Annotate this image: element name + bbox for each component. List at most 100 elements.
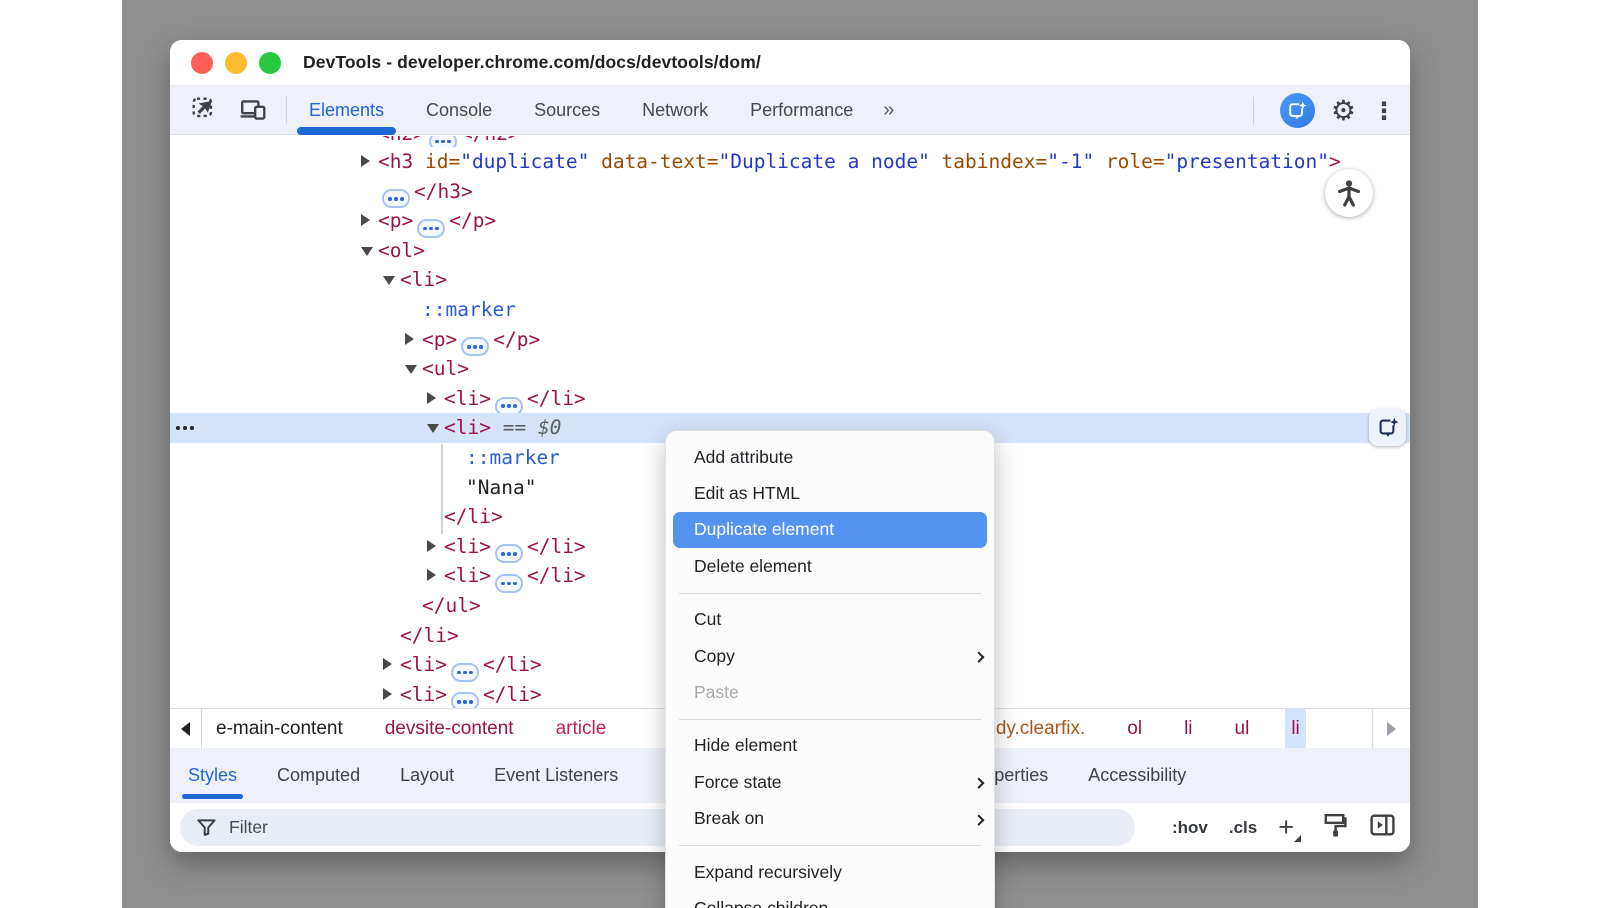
dom-tree-row[interactable]: <p></p>: [170, 325, 1410, 355]
screenshot-stage: DevTools - developer.chrome.com/docs/dev…: [0, 0, 1600, 908]
device-toolbar-icon[interactable]: [236, 93, 270, 127]
dom-tree-row[interactable]: <ol>: [170, 236, 1410, 266]
breadcrumb-item[interactable]: ol: [1121, 709, 1148, 748]
menu-item-break-on[interactable]: Break on: [666, 801, 994, 837]
new-style-rule-corner: [1294, 835, 1301, 842]
expand-arrow-closed-icon[interactable]: [427, 540, 436, 552]
dom-token-tag: <h3: [378, 150, 413, 173]
menu-item-delete-element[interactable]: Delete element: [666, 548, 994, 584]
panel-tab-network[interactable]: Network: [642, 100, 708, 121]
dom-token-tag: </p>: [449, 209, 496, 232]
expand-arrow-closed-icon[interactable]: [361, 155, 370, 167]
traffic-lights: [191, 52, 293, 74]
breadcrumb-scroll-left-button[interactable]: [170, 709, 202, 748]
dom-token-tag: <li>: [400, 268, 447, 291]
menu-item-copy[interactable]: Copy: [666, 638, 994, 674]
toggle-hover-state-button[interactable]: :hov: [1172, 818, 1208, 838]
breadcrumb-item[interactable]: li: [1178, 709, 1198, 748]
dom-token-tag: <li>: [444, 564, 491, 587]
context-menu: Add attributeEdit as HTMLDuplicate eleme…: [665, 430, 995, 908]
toggle-sidebar-icon[interactable]: [1369, 813, 1396, 842]
dom-token-tag: </li>: [527, 564, 586, 587]
expand-arrow-closed-icon[interactable]: [383, 688, 392, 700]
menu-item-collapse-children[interactable]: Collapse children: [666, 890, 994, 908]
menu-item-cut[interactable]: Cut: [666, 602, 994, 638]
toolbar-right-divider: [1253, 97, 1254, 125]
dom-token-tag: </li>: [444, 505, 503, 528]
accessibility-person-icon[interactable]: [1325, 169, 1373, 217]
breadcrumb-item[interactable]: e-main-content: [210, 709, 349, 748]
more-panels-chevron[interactable]: »: [883, 99, 892, 122]
breadcrumb-item[interactable]: devsite-content: [379, 709, 520, 748]
dom-token-tag: </li>: [483, 653, 542, 676]
ai-assistant-icon[interactable]: [1280, 93, 1315, 128]
expand-arrow-open-icon[interactable]: [383, 276, 395, 285]
format-brush-icon[interactable]: [1321, 813, 1348, 842]
panel-tab-performance[interactable]: Performance: [750, 100, 853, 121]
sidebar-tab-computed[interactable]: Computed: [277, 765, 360, 786]
dom-tree-row[interactable]: ::marker: [170, 295, 1410, 325]
sidebar-tab-event-listeners[interactable]: Event Listeners: [494, 765, 618, 786]
sidebar-tab-layout[interactable]: Layout: [400, 765, 454, 786]
row-options-dots-icon[interactable]: [176, 426, 194, 430]
breadcrumb-item[interactable]: article: [550, 709, 613, 748]
expand-arrow-open-icon[interactable]: [361, 247, 373, 256]
panel-tab-console[interactable]: Console: [426, 100, 492, 121]
dom-token-tag: <li>: [400, 653, 447, 676]
ai-assistant-row-icon[interactable]: [1369, 409, 1406, 446]
menu-item-force-state[interactable]: Force state: [666, 764, 994, 800]
dom-token-pseudo: ::marker: [466, 446, 560, 469]
close-button[interactable]: [191, 52, 213, 74]
panel-tab-elements[interactable]: Elements: [309, 100, 384, 121]
zoom-button[interactable]: [259, 52, 281, 74]
submenu-chevron-icon: [973, 778, 984, 789]
dom-tree-row[interactable]: <p></p>: [170, 206, 1410, 236]
dom-tree-row[interactable]: <h2> </h2>: [170, 136, 1410, 147]
collapsed-content-ellipsis[interactable]: [429, 136, 457, 147]
minimize-button[interactable]: [225, 52, 247, 74]
children-indent-guide: [441, 444, 443, 534]
expand-arrow-closed-icon[interactable]: [427, 392, 436, 404]
expand-arrow-closed-icon[interactable]: [405, 333, 414, 345]
filter-placeholder: Filter: [229, 817, 268, 838]
expand-arrow-closed-icon[interactable]: [361, 214, 370, 226]
breadcrumb-item[interactable]: ul: [1229, 709, 1256, 748]
dom-tree-row[interactable]: <h3 id="duplicate" data-text="Duplicate …: [170, 147, 1410, 177]
more-options-icon[interactable]: ⋮: [1372, 99, 1396, 123]
expand-arrow-closed-icon[interactable]: [427, 569, 436, 581]
breadcrumb-scroll-right-button[interactable]: [1372, 709, 1410, 748]
settings-gear-icon[interactable]: ⚙: [1331, 97, 1356, 125]
breadcrumb-item-selected[interactable]: li: [1285, 709, 1305, 748]
sidebar-tab-styles[interactable]: Styles: [188, 765, 237, 786]
dom-token-tag: <h2>: [378, 136, 425, 145]
menu-divider: [679, 719, 981, 720]
expand-arrow-open-icon[interactable]: [405, 365, 417, 374]
dom-token-tag: >: [1329, 150, 1341, 173]
dom-token-tag: </h2>: [461, 136, 520, 145]
inspect-element-icon[interactable]: [188, 93, 222, 127]
toolbar-divider: [286, 96, 287, 124]
sidebar-tab-accessibility[interactable]: Accessibility: [1088, 765, 1186, 786]
dom-token-attr: role=: [1094, 150, 1164, 173]
dom-token-tag: <li>: [444, 387, 491, 410]
dom-tree-row[interactable]: <li> </li>: [170, 384, 1410, 414]
dom-token-tag: </li>: [483, 683, 542, 706]
dom-tree-row[interactable]: </h3>: [170, 177, 1410, 207]
expand-arrow-open-icon[interactable]: [427, 424, 439, 433]
menu-item-edit-as-html[interactable]: Edit as HTML: [666, 475, 994, 511]
menu-item-add-attribute[interactable]: Add attribute: [666, 439, 994, 475]
dom-tree-row[interactable]: <ul>: [170, 354, 1410, 384]
dom-token-tag: </p>: [493, 328, 540, 351]
menu-item-expand-recursively[interactable]: Expand recursively: [666, 854, 994, 890]
panel-tab-sources[interactable]: Sources: [534, 100, 600, 121]
title-bar: DevTools - developer.chrome.com/docs/dev…: [170, 40, 1410, 86]
dom-tree-row[interactable]: <li>: [170, 265, 1410, 295]
dom-token-tag: <li>: [400, 683, 447, 706]
menu-item-hide-element[interactable]: Hide element: [666, 728, 994, 764]
expand-arrow-closed-icon[interactable]: [383, 658, 392, 670]
menu-item-duplicate-element[interactable]: Duplicate element: [673, 512, 987, 548]
dom-token-tag: </li>: [527, 387, 586, 410]
new-style-rule-icon[interactable]: +: [1278, 814, 1300, 841]
toggle-class-button[interactable]: .cls: [1229, 818, 1257, 838]
collapsed-content-ellipsis[interactable]: [451, 692, 479, 708]
